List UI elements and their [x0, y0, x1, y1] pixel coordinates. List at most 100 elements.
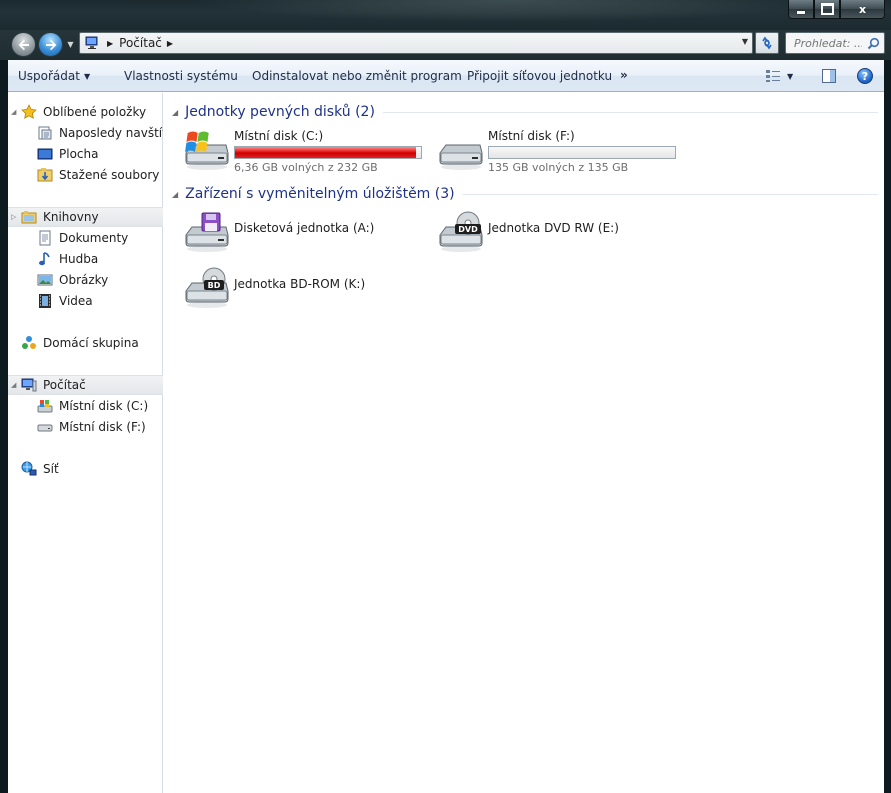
drive-item-f[interactable]: Místní disk (F:) 135 GB volných z 135 GB	[436, 129, 676, 174]
drive-free-space: 6,36 GB volných z 232 GB	[234, 161, 378, 174]
group-divider	[462, 193, 878, 195]
view-options-icon	[766, 70, 780, 82]
close-button[interactable]: x	[840, 0, 885, 19]
drive-usage-bar	[488, 146, 676, 159]
drive-usage-bar	[234, 146, 422, 159]
dvd-badge: DVD	[458, 225, 478, 234]
preview-pane-icon[interactable]	[821, 68, 837, 84]
drive-item-a[interactable]: Disketová jednotka (A:)	[182, 211, 374, 253]
bd-drive-icon: BD	[185, 267, 229, 308]
floppy-drive-icon	[185, 212, 229, 252]
hard-drive-icon	[37, 424, 53, 432]
drive-name: Jednotka BD-ROM (K:)	[234, 277, 366, 291]
nav-favorites[interactable]: ◢ Oblíbené položky	[8, 102, 163, 122]
group-header-removable[interactable]: ◢ Zařízení s vyměnitelným úložištěm (3)	[172, 183, 878, 205]
nav-videos[interactable]: Videa	[8, 291, 163, 311]
nav-network[interactable]: Síť	[8, 459, 163, 479]
homegroup-icon	[22, 336, 36, 349]
command-bar: Uspořádat ▼ Vlastnosti systému Odinstalov…	[8, 60, 884, 92]
film-icon	[39, 294, 51, 308]
content-pane: ◢ Jednotky pevných disků (2) Místní disk…	[164, 93, 884, 793]
windows-drive-icon	[185, 131, 229, 170]
title-bar-glow	[190, 0, 830, 22]
minimize-button[interactable]	[788, 0, 814, 19]
drive-item-c[interactable]: Místní disk (C:) 6,36 GB volných z 232 G…	[182, 129, 422, 174]
help-button[interactable]: ?	[857, 68, 873, 84]
map-network-drive-button[interactable]: Připojit síťovou jednotku	[467, 69, 612, 83]
breadcrumb-chevron-icon[interactable]: ▶	[107, 39, 113, 48]
recent-places-icon	[38, 126, 52, 140]
pictures-icon	[37, 274, 53, 286]
computer-icon	[85, 36, 98, 49]
address-bar[interactable]: ▶ Počítač ▶ ▼	[79, 32, 753, 54]
arrow-left-icon	[18, 39, 29, 50]
breadcrumb-computer[interactable]: Počítač	[119, 36, 162, 50]
expander-icon[interactable]: ◢	[11, 381, 21, 389]
help-icon: ?	[861, 69, 869, 83]
desktop-icon	[37, 148, 53, 160]
arrow-right-icon	[45, 39, 56, 50]
nav-music[interactable]: Hudba	[8, 249, 163, 269]
windows-drive-icon	[37, 400, 53, 413]
back-button[interactable]	[11, 32, 36, 57]
drive-usage-fill	[235, 147, 416, 158]
nav-computer[interactable]: ◢ Počítač	[8, 375, 163, 395]
nav-pictures[interactable]: Obrázky	[8, 270, 163, 290]
drive-free-space: 135 GB volných z 135 GB	[488, 161, 629, 174]
organize-label: Uspořádat	[18, 69, 80, 83]
refresh-icon	[762, 36, 772, 50]
search-icon[interactable]	[867, 37, 880, 50]
libraries-icon	[21, 211, 37, 224]
nav-desktop[interactable]: Plocha	[8, 144, 163, 164]
search-box[interactable]	[785, 32, 885, 54]
change-view-button[interactable]: ▼	[765, 68, 795, 84]
window-controls: x	[788, 0, 885, 19]
nav-recent-places[interactable]: Naposledy navštíve	[8, 123, 163, 143]
title-bar[interactable]: x	[0, 0, 891, 30]
breadcrumb-chevron-icon[interactable]: ▶	[167, 39, 173, 48]
close-icon: x	[858, 2, 867, 16]
dvd-drive-icon: DVD	[439, 211, 483, 252]
group-title: Jednotky pevných disků (2)	[185, 104, 375, 120]
chevron-down-icon: ▼	[787, 71, 794, 81]
collapse-icon[interactable]: ◢	[172, 108, 178, 117]
drive-name: Místní disk (C:)	[234, 129, 324, 143]
recent-pages-dropdown[interactable]: ▼	[66, 40, 75, 50]
nav-local-disk-c[interactable]: Místní disk (C:)	[8, 396, 163, 416]
bd-badge: BD	[208, 281, 221, 290]
nav-documents[interactable]: Dokumenty	[8, 228, 163, 248]
collapse-icon[interactable]: ◢	[172, 190, 178, 199]
search-input[interactable]	[794, 36, 862, 50]
nav-downloads[interactable]: Stažené soubory	[8, 165, 163, 185]
drive-name: Disketová jednotka (A:)	[234, 221, 375, 235]
nav-libraries[interactable]: ▷ Knihovny	[8, 207, 163, 227]
more-commands-button[interactable]: »	[620, 68, 628, 82]
star-icon	[21, 104, 37, 119]
uninstall-program-button[interactable]: Odinstalovat nebo změnit program	[252, 69, 462, 83]
forward-button[interactable]	[38, 32, 63, 57]
system-properties-button[interactable]: Vlastnosti systému	[124, 69, 238, 83]
group-title: Zařízení s vyměnitelným úložištěm (3)	[185, 186, 455, 202]
group-header-hard-drives[interactable]: ◢ Jednotky pevných disků (2)	[172, 101, 878, 123]
hard-drive-icon	[439, 144, 483, 170]
organize-button[interactable]: Uspořádat ▼	[18, 69, 90, 83]
nav-homegroup[interactable]: Domácí skupina	[8, 333, 163, 353]
maximize-button[interactable]	[814, 0, 840, 19]
expander-icon[interactable]: ▷	[11, 213, 21, 221]
computer-icon	[21, 378, 37, 392]
documents-icon	[39, 230, 51, 246]
downloads-folder-icon	[37, 168, 53, 182]
nav-local-disk-f[interactable]: Místní disk (F:)	[8, 417, 163, 437]
drive-name: Místní disk (F:)	[488, 129, 575, 143]
address-dropdown-icon[interactable]: ▼	[742, 37, 748, 46]
group-divider	[382, 111, 878, 113]
chevron-down-icon: ▼	[83, 72, 91, 81]
expander-icon[interactable]: ◢	[11, 108, 21, 116]
network-icon	[21, 461, 37, 476]
navigation-pane: ◢ Oblíbené položky Naposledy navštíve Pl…	[8, 93, 163, 793]
refresh-button[interactable]	[755, 32, 779, 54]
music-note-icon	[39, 252, 50, 266]
drive-name: Jednotka DVD RW (E:)	[488, 221, 619, 235]
drive-item-k[interactable]: BD Jednotka BD-ROM (K:)	[182, 267, 365, 309]
drive-item-e[interactable]: DVD Jednotka DVD RW (E:)	[436, 211, 619, 253]
